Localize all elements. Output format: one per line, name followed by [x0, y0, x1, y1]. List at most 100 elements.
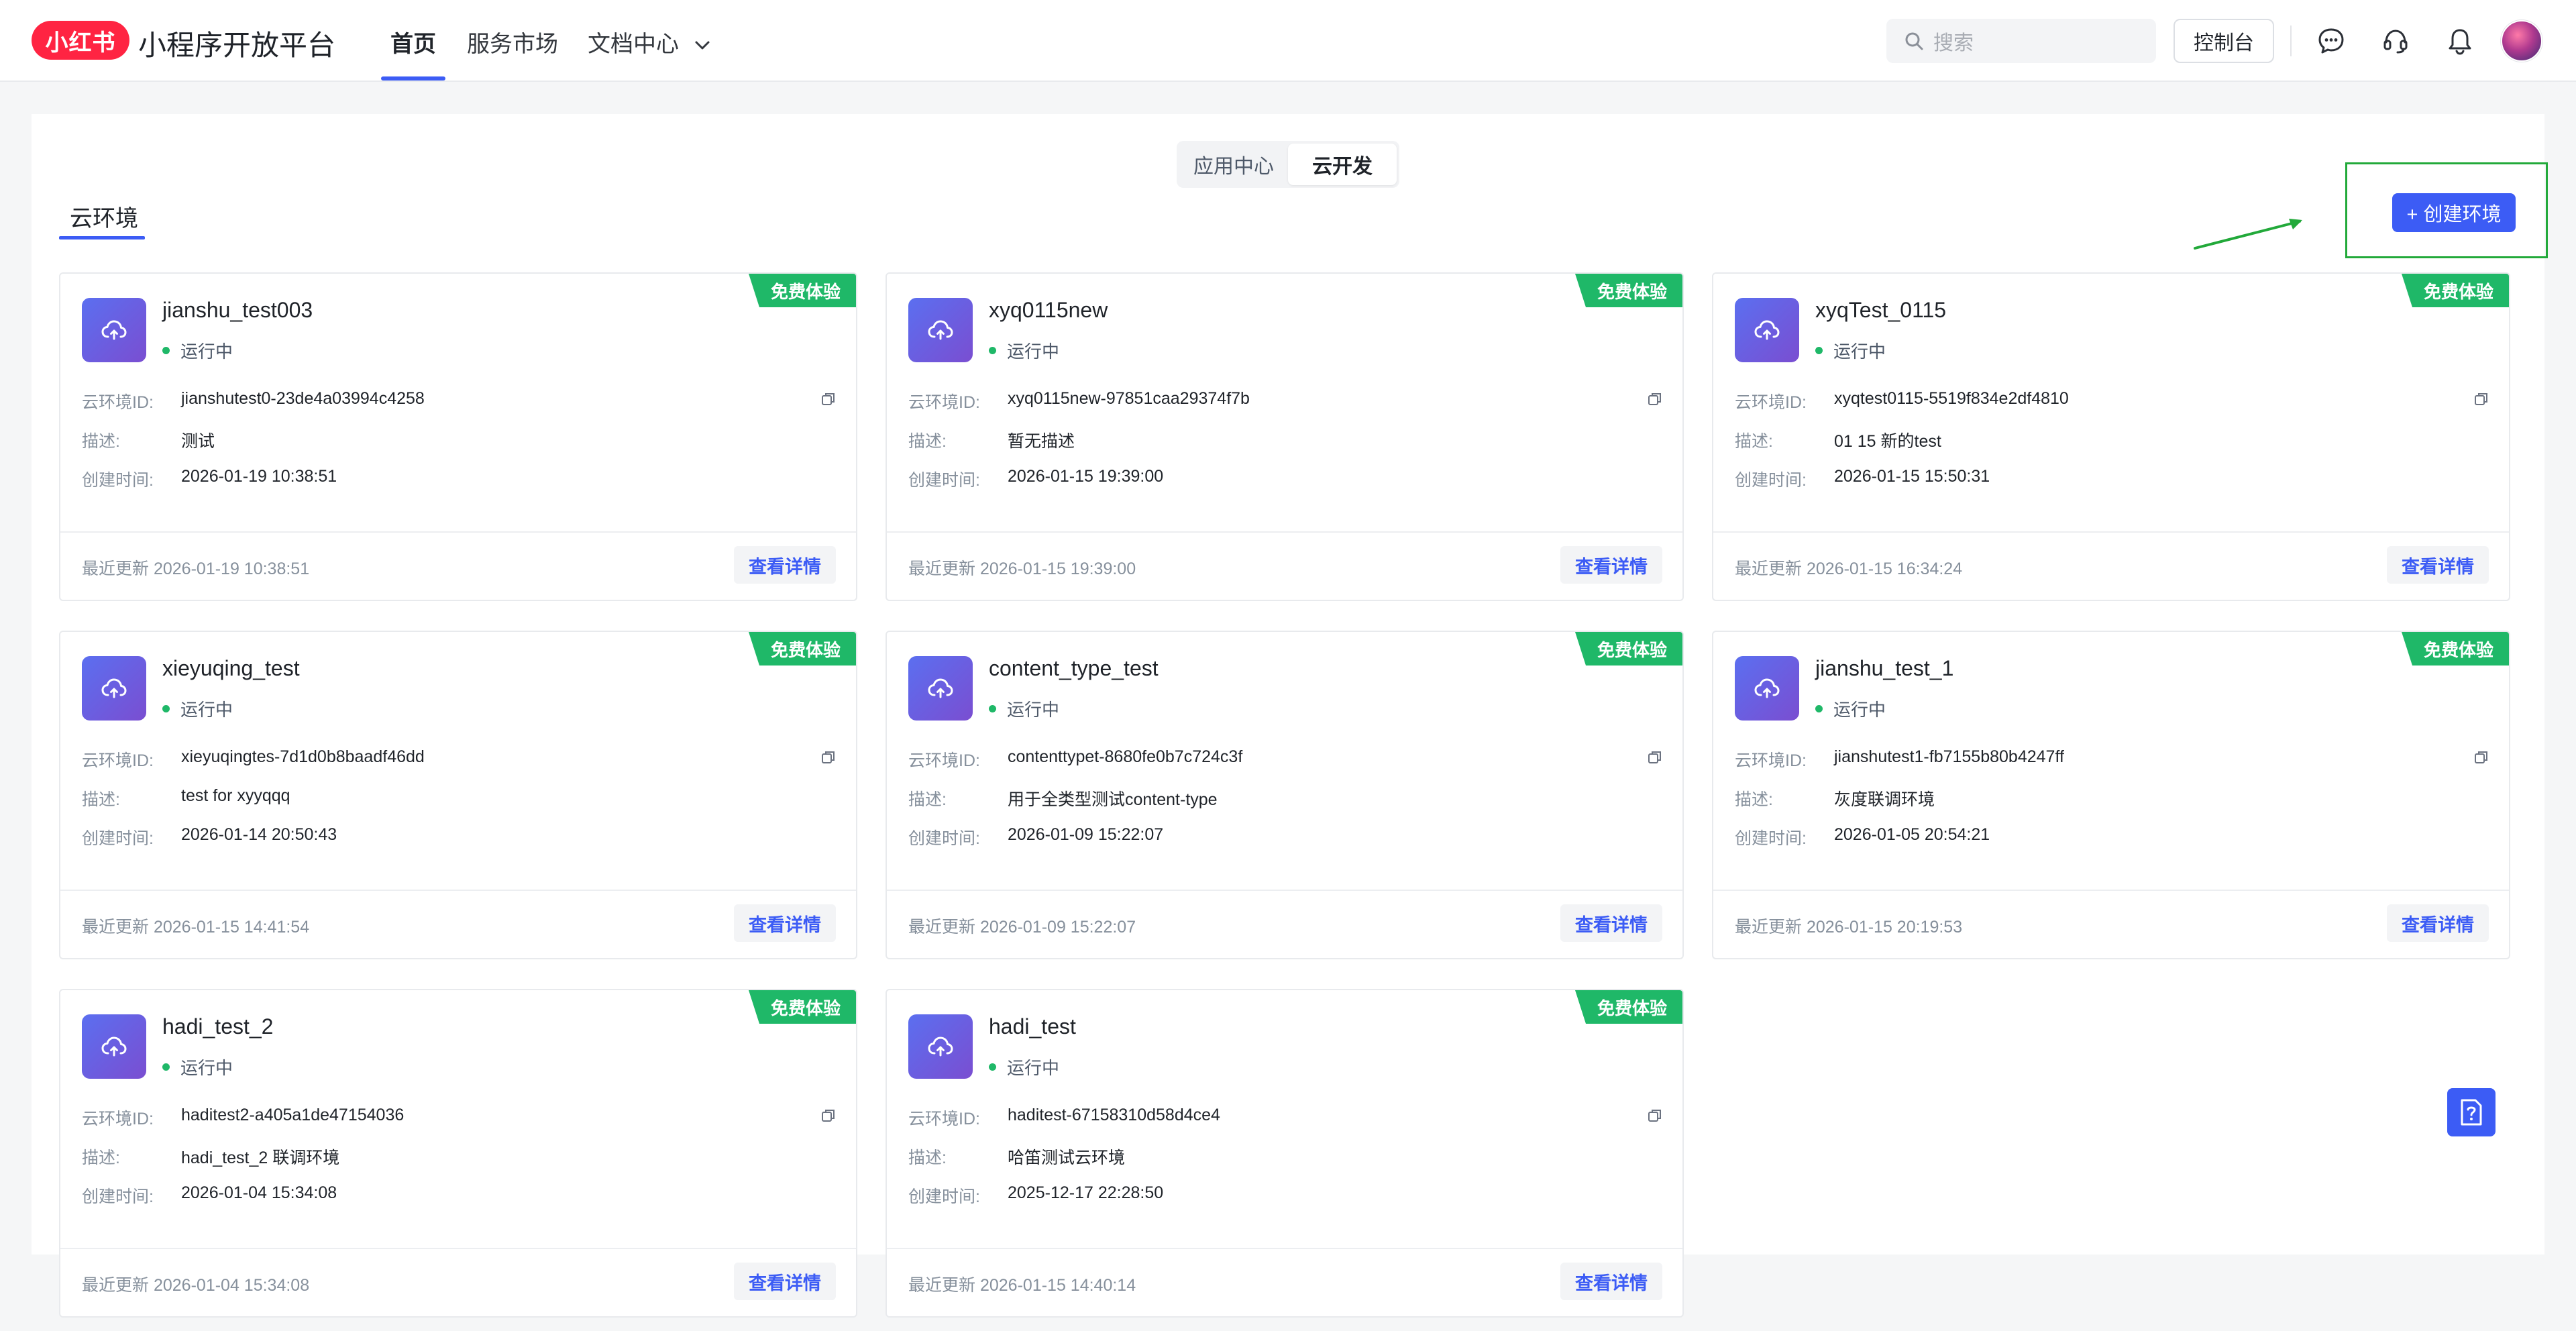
copy-icon[interactable] — [2474, 750, 2489, 768]
last-updated: 最近更新 2026-01-15 20:19:53 — [1735, 914, 1962, 938]
cloud-icon — [908, 656, 973, 721]
status-indicator: 运行中 — [1815, 696, 1886, 721]
env-id-value: contenttypet-8680fe0b7c724c3f — [1008, 747, 1243, 766]
cloud-icon — [908, 298, 973, 362]
created-time-label: 创建时间: — [1735, 471, 1807, 490]
description-label: 描述: — [908, 790, 947, 809]
status-dot — [1815, 705, 1823, 712]
view-details-button[interactable]: 查看详情 — [734, 1263, 836, 1300]
copy-icon[interactable] — [821, 392, 836, 410]
last-updated-label: 最近更新 — [82, 1276, 150, 1295]
last-updated-value: 2026-01-09 15:22:07 — [979, 918, 1136, 937]
view-details-button[interactable]: 查看详情 — [1560, 546, 1662, 584]
console-button[interactable]: 控制台 — [2174, 19, 2274, 63]
description-label: 描述: — [908, 1149, 947, 1167]
copy-icon[interactable] — [821, 750, 836, 768]
chevron-down-icon — [695, 41, 710, 50]
status-indicator: 运行中 — [989, 1055, 1059, 1079]
status-text: 运行中 — [1833, 700, 1886, 720]
view-details-button[interactable]: 查看详情 — [734, 546, 836, 584]
environment-name: hadi_test_2 — [162, 1014, 274, 1039]
create-environment-button[interactable]: + 创建环境 — [2392, 193, 2516, 232]
nav-tab-home[interactable]: 首页 — [390, 25, 436, 58]
seg-app-center[interactable]: 应用中心 — [1179, 144, 1288, 185]
status-text: 运行中 — [1833, 341, 1886, 362]
env-id-label: 云环境ID: — [908, 1110, 980, 1128]
cloud-icon — [1735, 298, 1799, 362]
copy-icon[interactable] — [2474, 392, 2489, 410]
card-divider — [1713, 890, 2509, 891]
created-time-value: 2026-01-04 15:34:08 — [181, 1183, 337, 1202]
status-indicator: 运行中 — [989, 696, 1059, 721]
last-updated-value: 2026-01-15 14:41:54 — [153, 918, 310, 937]
created-time-value: 2026-01-05 20:54:21 — [1834, 825, 1990, 844]
cloud-icon — [908, 1014, 973, 1079]
status-dot — [989, 705, 996, 712]
bell-icon[interactable] — [2445, 25, 2475, 56]
status-text: 运行中 — [180, 1058, 233, 1078]
last-updated-value: 2026-01-15 19:39:00 — [979, 560, 1136, 578]
copy-icon[interactable] — [1648, 1108, 1662, 1126]
tab-active-indicator — [59, 236, 145, 239]
environment-name: xyq0115new — [989, 298, 1108, 322]
help-document-button[interactable] — [2447, 1088, 2496, 1136]
environment-name: xieyuqing_test — [162, 656, 300, 680]
free-trial-tag: 免费体验 — [1575, 990, 1682, 1024]
xiaohongshu-logo[interactable]: 小红书 — [32, 21, 129, 60]
message-icon[interactable] — [2316, 25, 2347, 56]
environment-card: 免费体验 jianshu_test_1 运行中 云环境ID: jianshutest1-… — [1712, 631, 2510, 959]
created-time-value: 2026-01-15 15:50:31 — [1834, 467, 1990, 486]
environment-name: hadi_test — [989, 1014, 1076, 1039]
last-updated: 最近更新 2026-01-09 15:22:07 — [908, 914, 1136, 938]
description-value: test for xyyqqq — [181, 786, 290, 805]
copy-icon[interactable] — [1648, 392, 1662, 410]
description-value: 哈笛测试云环境 — [1008, 1149, 1126, 1167]
headset-icon[interactable] — [2380, 25, 2411, 56]
status-dot — [162, 1063, 170, 1071]
description-value: 测试 — [181, 432, 215, 451]
status-dot — [162, 347, 170, 354]
last-updated: 最近更新 2026-01-19 10:38:51 — [82, 555, 309, 580]
copy-icon[interactable] — [1648, 750, 1662, 768]
view-details-button[interactable]: 查看详情 — [1560, 904, 1662, 942]
free-trial-tag: 免费体验 — [749, 274, 856, 307]
env-id-value: xyq0115new-97851caa29374f7b — [1008, 389, 1250, 408]
view-details-button[interactable]: 查看详情 — [1560, 1263, 1662, 1300]
env-id-value: xieyuqingtes-7d1d0b8baadf46dd — [181, 747, 425, 766]
free-trial-tag: 免费体验 — [749, 632, 856, 666]
description-label: 描述: — [82, 1149, 120, 1167]
env-id-value: haditest-67158310d58d4ce4 — [1008, 1106, 1220, 1124]
environment-card: 免费体验 jianshu_test003 运行中 云环境ID: jianshutest0… — [59, 272, 857, 601]
status-text: 运行中 — [180, 341, 233, 362]
environment-card: 免费体验 hadi_test_2 运行中 云环境ID: haditest2-a405a1… — [59, 989, 857, 1318]
nav-tab-docs-center[interactable]: 文档中心 — [588, 25, 710, 58]
tab-cloud-environment[interactable]: 云环境 — [70, 200, 138, 233]
card-divider — [1713, 531, 2509, 533]
last-updated-label: 最近更新 — [82, 918, 150, 937]
created-time-value: 2026-01-09 15:22:07 — [1008, 825, 1164, 844]
nav-tab-service-market[interactable]: 服务市场 — [467, 25, 558, 58]
created-time-value: 2026-01-14 20:50:43 — [181, 825, 337, 844]
view-details-button[interactable]: 查看详情 — [2387, 546, 2489, 584]
environment-card: 免费体验 xieyuqing_test 运行中 云环境ID: xieyuqingtes-… — [59, 631, 857, 959]
user-avatar[interactable] — [2501, 20, 2542, 62]
card-divider — [887, 531, 1682, 533]
status-indicator: 运行中 — [162, 1055, 233, 1079]
status-text: 运行中 — [1007, 341, 1060, 362]
last-updated-value: 2026-01-04 15:34:08 — [153, 1276, 310, 1295]
env-id-label: 云环境ID: — [1735, 393, 1807, 412]
copy-icon[interactable] — [821, 1108, 836, 1126]
status-indicator: 运行中 — [162, 338, 233, 363]
description-label: 描述: — [82, 790, 120, 809]
seg-cloud-dev[interactable]: 云开发 — [1288, 144, 1397, 185]
view-details-button[interactable]: 查看详情 — [734, 904, 836, 942]
created-time-label: 创建时间: — [82, 829, 154, 848]
created-time-value: 2025-12-17 22:28:50 — [1008, 1183, 1164, 1202]
search-icon — [1905, 32, 1923, 50]
env-id-value: xyqtest0115-5519f834e2df4810 — [1834, 389, 2069, 408]
created-time-label: 创建时间: — [908, 829, 980, 848]
search-input[interactable]: 搜索 — [1886, 19, 2156, 63]
view-details-button[interactable]: 查看详情 — [2387, 904, 2489, 942]
card-divider — [887, 890, 1682, 891]
card-divider — [60, 1248, 856, 1249]
